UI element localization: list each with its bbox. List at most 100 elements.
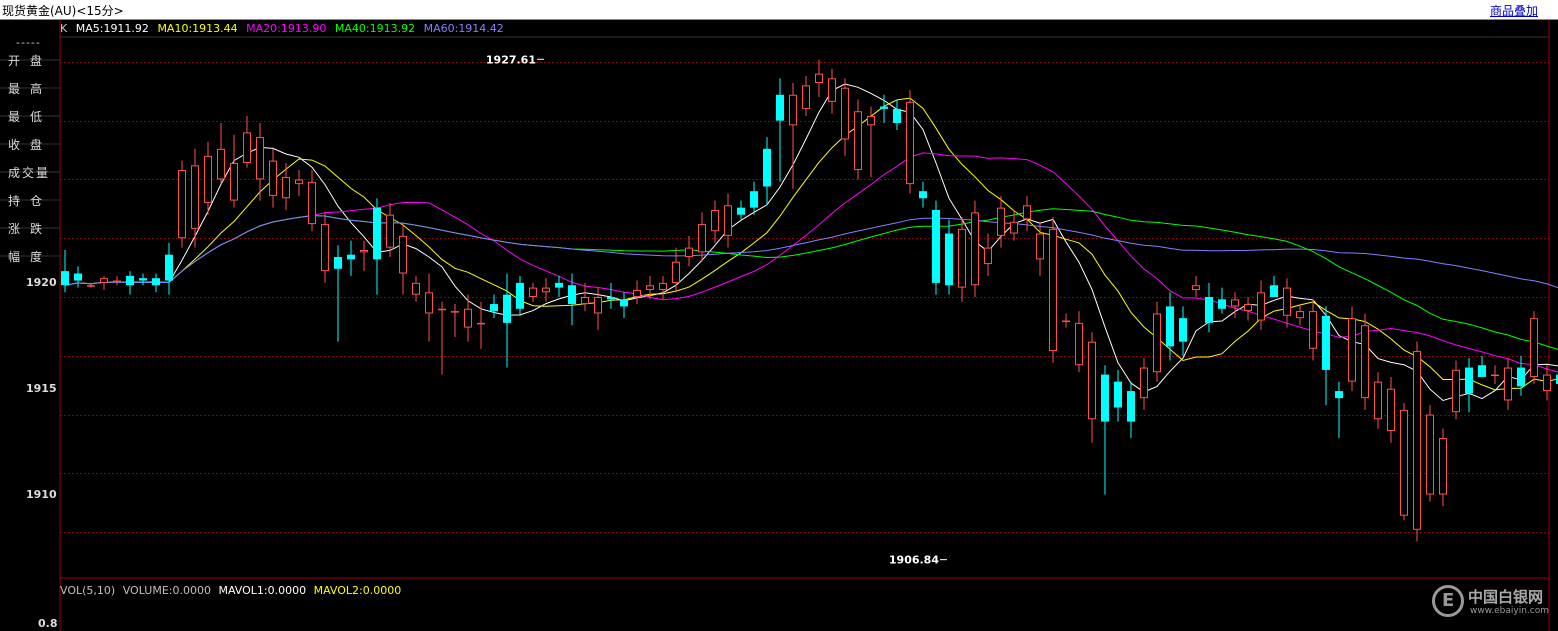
candle-body-up <box>1452 369 1460 413</box>
candle-body-up <box>1257 292 1265 321</box>
candle-body-up <box>399 235 407 274</box>
candle <box>503 273 511 368</box>
candle <box>984 233 992 276</box>
candle-body-up <box>906 101 914 185</box>
candle <box>1062 313 1070 328</box>
sidebar-dash: ----- <box>16 36 41 49</box>
candle <box>178 160 186 248</box>
candle-body-up <box>1231 299 1239 307</box>
candle <box>815 59 823 98</box>
legend-ma60: MA60:1914.42 <box>423 22 504 35</box>
candle-body-up <box>815 73 823 84</box>
high-annotation-label: 1927.61 <box>486 53 536 66</box>
candle <box>633 280 641 305</box>
sidebar-item-range: 幅度 <box>8 250 53 264</box>
candle-body-up <box>1439 438 1447 495</box>
volume-legend: VOL(5,10) VOLUME:0.0000 MAVOL1:0.0000 MA… <box>60 584 405 597</box>
candle-body-up <box>1140 367 1148 399</box>
candle <box>906 90 914 194</box>
candle <box>282 162 290 210</box>
candle <box>1322 306 1330 406</box>
candle <box>1101 365 1109 495</box>
candle-body-up <box>659 282 667 290</box>
candle <box>438 301 446 375</box>
candle-body-up <box>1348 318 1356 382</box>
candle-body-up <box>984 247 992 265</box>
candle-body-down <box>1270 285 1278 298</box>
candle <box>230 134 238 208</box>
candle-body-up <box>1361 325 1369 399</box>
candle-body-up <box>1049 228 1057 352</box>
candle <box>425 273 433 342</box>
candle-body-up <box>1400 409 1408 516</box>
candle-body-up <box>841 87 849 140</box>
candle-body-up <box>295 179 303 185</box>
candle <box>204 141 212 215</box>
candle <box>1283 278 1291 328</box>
sidebar-item-change: 涨跌 <box>8 222 53 236</box>
candle-body-up <box>1530 318 1538 377</box>
candle <box>1452 360 1460 420</box>
candle <box>321 212 329 283</box>
candle-body-up <box>464 308 472 328</box>
candle-body-up <box>1413 351 1421 530</box>
watermark: E 中国白银网 www.ebaiyin.com <box>1432 585 1558 625</box>
candle-body-up <box>529 287 537 298</box>
candle-body-up <box>1296 311 1304 319</box>
candle-body-up <box>477 322 485 325</box>
volume-y-tick: 0.8 <box>38 617 58 630</box>
legend-k-label: K <box>60 22 68 35</box>
candle-body-up <box>204 155 212 203</box>
candle <box>685 235 693 267</box>
candle <box>1088 332 1096 443</box>
extreme-annotations: 1927.61 1906.84 <box>486 53 947 567</box>
candle-body-down <box>737 207 745 215</box>
candle-body-down <box>1218 299 1226 309</box>
candle <box>334 245 342 342</box>
candle <box>737 200 745 220</box>
candle-body-down <box>932 209 940 283</box>
candle-body-up <box>230 162 238 201</box>
candle-body-up <box>87 285 95 287</box>
candle-body-up <box>633 289 641 298</box>
candle <box>581 282 589 312</box>
candle <box>1426 405 1434 502</box>
candle-body-down <box>490 304 498 312</box>
sidebar-item-open: 开盘 <box>8 54 53 68</box>
candle-body-up <box>997 207 1005 236</box>
candle-body-up <box>1036 233 1044 260</box>
candle-body-up <box>451 311 459 313</box>
candle-body-up <box>412 282 420 295</box>
candle <box>61 249 69 293</box>
candle-body-down <box>893 108 901 123</box>
sidebar-item-high: 最高 <box>8 82 53 96</box>
candle-body-up <box>269 160 277 196</box>
candle <box>776 78 784 182</box>
y-tick-1915: 1915 <box>26 382 57 395</box>
candle <box>1335 381 1343 439</box>
candle-body-up <box>256 137 264 180</box>
candle <box>1023 195 1031 232</box>
candle-body-down <box>945 233 953 286</box>
candle-body-up <box>724 205 732 236</box>
candlestick-chart: 1927.61 1906.84 <box>0 20 1558 631</box>
candle-body-down <box>503 294 511 323</box>
candle <box>763 137 771 206</box>
candle <box>945 219 953 295</box>
candle-body-up <box>789 94 797 126</box>
watermark-title: 中国白银网 <box>1468 588 1544 606</box>
candle <box>1387 376 1395 443</box>
candle-body-down <box>165 254 173 281</box>
candle-body-up <box>386 214 394 248</box>
candle <box>555 275 563 298</box>
low-annotation-label: 1906.84 <box>889 554 939 567</box>
candle-body-up <box>1088 341 1096 420</box>
candle-body-down <box>776 94 784 121</box>
candle-body-up <box>1491 374 1499 377</box>
candle <box>1491 365 1499 385</box>
watermark-url: www.ebaiyin.com <box>1470 606 1549 616</box>
candle-body-up <box>867 115 875 126</box>
candle-body-up <box>113 280 121 283</box>
candle <box>165 242 173 295</box>
candle <box>477 301 485 349</box>
